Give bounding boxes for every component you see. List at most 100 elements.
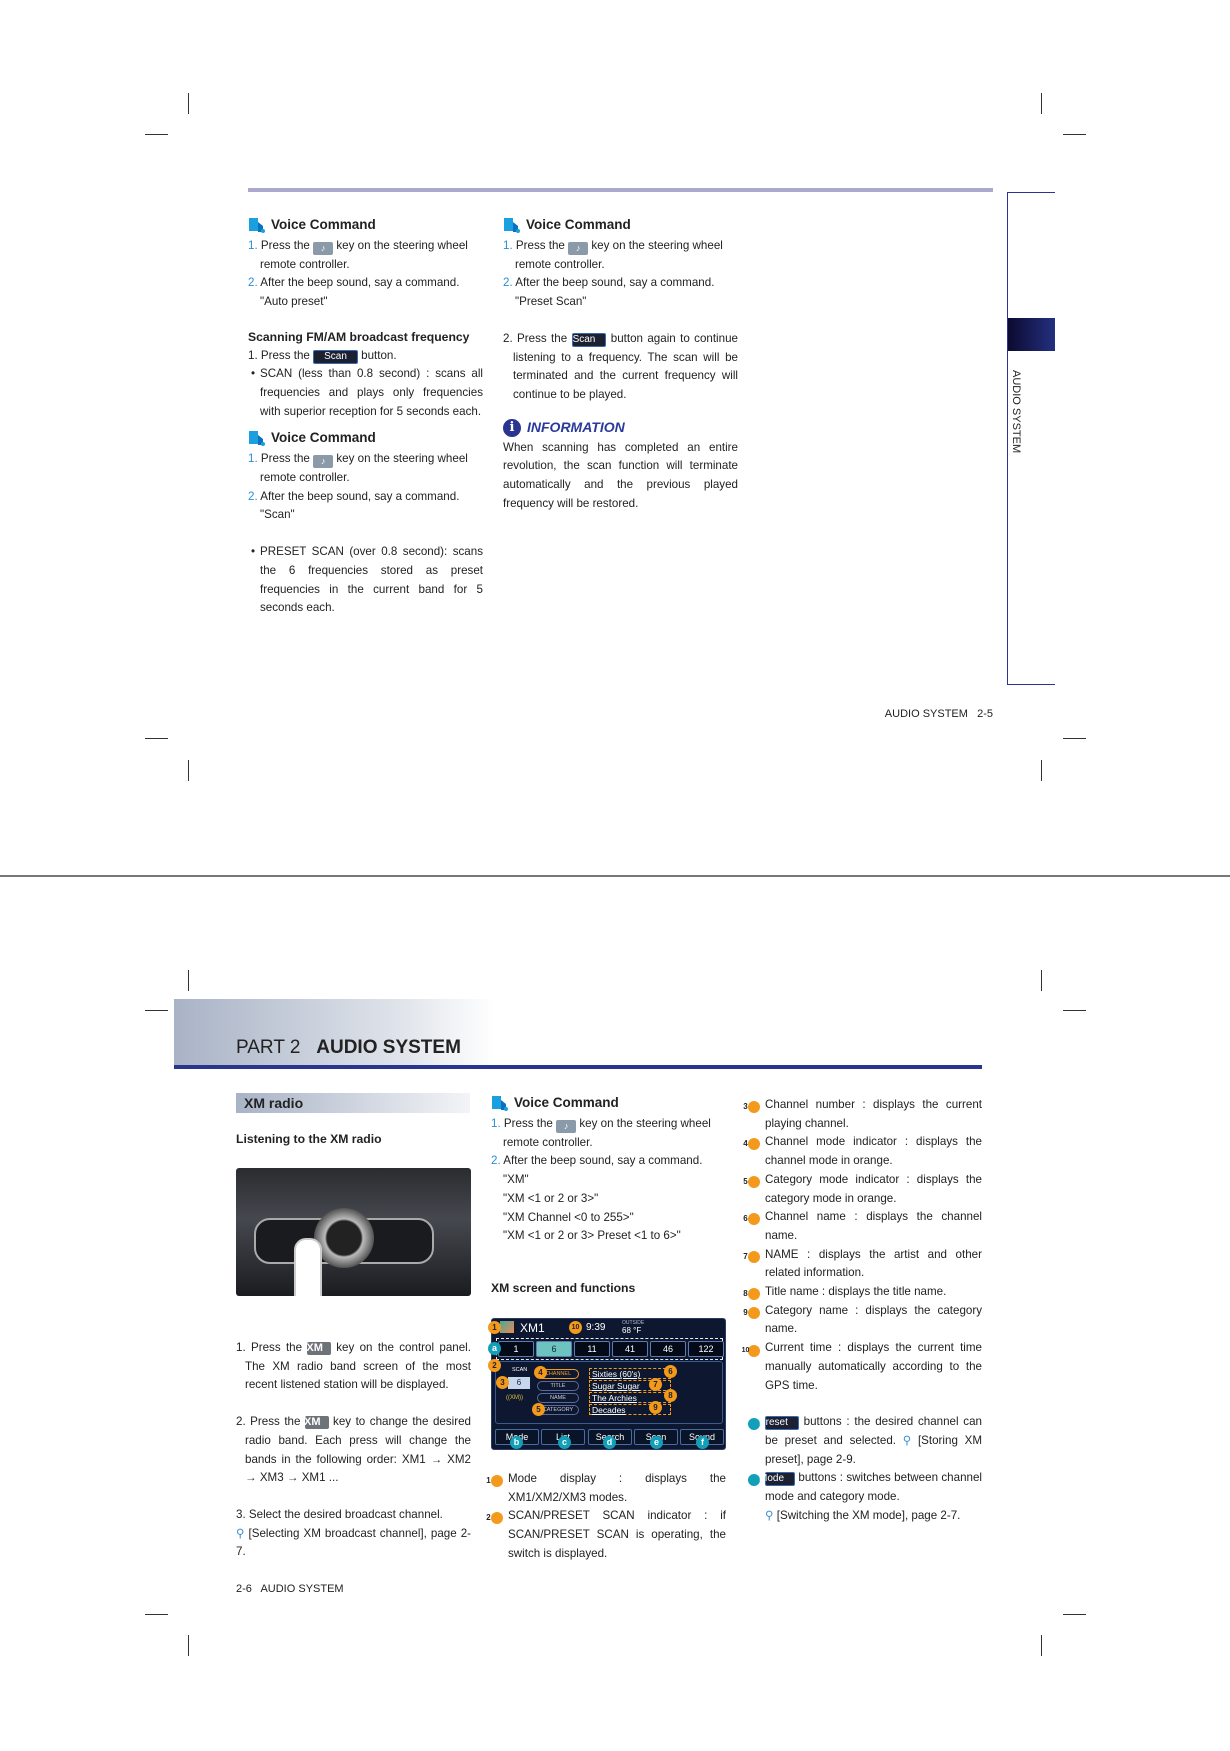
step-text: Press the — [260, 452, 310, 466]
xm-key-icon: XM — [306, 1342, 331, 1355]
voice-command-heading: Voice Command — [503, 214, 738, 236]
listening-heading: Listening to the XM radio — [236, 1132, 382, 1146]
outside-temp: 68 °F — [622, 1326, 642, 1335]
marker-letter: e — [650, 1436, 663, 1449]
step-text: Press the — [260, 239, 310, 252]
crop-mark — [1063, 1010, 1086, 1011]
info-icon: i — [503, 418, 521, 437]
crop-mark — [188, 760, 189, 781]
step-text: Press the — [515, 239, 565, 252]
preset-button-active: 6 — [536, 1341, 572, 1357]
voice-command-text: "XM <1 or 2 or 3> Preset <1 to 6>" — [503, 1229, 681, 1243]
callout-number: 9 — [743, 1306, 760, 1319]
marker: 9 — [649, 1401, 662, 1414]
callout-number: 6 — [743, 1213, 760, 1226]
satellite-icon — [500, 1321, 514, 1333]
marker: 1 — [488, 1321, 501, 1334]
heading-text: Voice Command — [271, 429, 376, 445]
callout-text: Current time : displays the current time… — [765, 1341, 982, 1392]
step-number: 2. — [503, 276, 513, 290]
scan-button-icon: Scan — [571, 332, 607, 347]
voice-command-text: "Preset Scan" — [515, 295, 587, 309]
step-number: 2. — [491, 1154, 501, 1168]
voice-command-icon — [504, 218, 520, 233]
bottom-column-3: 3 Channel number : displays the current p… — [742, 1096, 982, 1525]
marker: 2 — [488, 1359, 501, 1372]
callout-number: 8 — [743, 1288, 760, 1301]
screen-time: 9:39 — [586, 1322, 606, 1333]
step-text: 3. Select the desired broadcast channel. — [236, 1507, 443, 1521]
step-text: After the beep sound, say a command. — [503, 1154, 703, 1168]
step-text: Press the — [503, 1117, 553, 1130]
preset-button: 41 — [612, 1341, 648, 1357]
channel-number: 6 — [508, 1377, 530, 1389]
crop-mark — [188, 970, 189, 991]
step-text: button. — [361, 348, 397, 362]
info-title: INFORMATION — [527, 419, 625, 436]
section-title: XM radio — [236, 1093, 470, 1113]
crop-mark — [1063, 134, 1086, 135]
crop-mark — [1063, 1614, 1086, 1615]
part-label: PART 2 — [236, 1037, 301, 1058]
callout-number: 7 — [743, 1250, 760, 1263]
top-rule — [248, 188, 993, 192]
crop-mark — [1041, 1635, 1042, 1656]
step-number: 1. — [491, 1117, 501, 1130]
marker: 8 — [664, 1389, 677, 1402]
bullet: • — [251, 545, 256, 559]
part-title: AUDIO SYSTEM — [316, 1037, 461, 1058]
preset-button: 11 — [574, 1341, 610, 1357]
marker-letter: f — [696, 1436, 709, 1449]
callout-number: 3 — [743, 1101, 760, 1113]
crop-mark — [188, 1635, 189, 1656]
reference-link[interactable]: [Switching the XM mode], page 2-7. — [777, 1509, 961, 1522]
crop-mark — [145, 1010, 168, 1011]
callout-number: 2 — [486, 1512, 503, 1525]
step-text: key on the steering wheel — [579, 1117, 711, 1130]
reference-icon: ⚲ — [236, 1526, 245, 1540]
reference-link[interactable]: [Selecting XM broadcast channel], page 2… — [236, 1527, 471, 1559]
reference-icon: ⚲ — [902, 1433, 912, 1447]
voice-command-icon — [249, 431, 265, 447]
step-text: 1. Press the — [248, 348, 310, 362]
callouts-1-2: 1 Mode display : displays the XM1/XM2/XM3… — [486, 1470, 726, 1564]
step-number: 1. — [248, 452, 258, 466]
step-text: After the beep sound, say a command. — [260, 276, 460, 290]
callout-text: buttons : switches between channel mode … — [765, 1471, 982, 1504]
info-text: When scanning has completed an entire re… — [503, 440, 738, 510]
marker: 7 — [649, 1378, 662, 1391]
crop-mark — [1041, 93, 1042, 114]
step-text: 1. Press the — [236, 1341, 303, 1354]
xm-logo: ((XM)) — [506, 1395, 523, 1401]
voice-key-icon: ♪ — [568, 242, 589, 255]
mode-button-icon: Mode — [759, 1472, 796, 1487]
crop-mark — [188, 93, 189, 114]
crop-mark — [145, 738, 168, 739]
callout-text: Mode display : displays the XM1/XM2/XM3 … — [508, 1472, 726, 1504]
callout-text: Channel mode indicator : displays the ch… — [765, 1135, 982, 1168]
step-text: remote controller. — [260, 257, 350, 271]
crop-mark — [145, 134, 168, 135]
heading-text: Voice Command — [271, 216, 376, 232]
callout-text: SCAN/PRESET SCAN indicator : if SCAN/PRE… — [508, 1509, 726, 1560]
voice-command-text: "Scan" — [260, 508, 295, 522]
voice-command-text: "XM <1 or 2 or 3>" — [503, 1191, 599, 1205]
step-text: remote controller. — [515, 257, 605, 271]
finger-illustration — [294, 1238, 322, 1296]
marker-letter: a — [488, 1342, 501, 1355]
step-text: After the beep sound, say a command. — [515, 276, 715, 290]
voice-key-icon: ♪ — [556, 1120, 577, 1133]
crop-mark — [1041, 760, 1042, 781]
preset-button: 46 — [650, 1341, 686, 1357]
crop-mark — [1063, 738, 1086, 739]
voice-command-text: "XM Channel <0 to 255>" — [503, 1210, 634, 1224]
step-text: After the beep sound, say a command. — [260, 489, 460, 503]
top-column-2: Voice Command 1. Press the ♪ key on the … — [503, 214, 738, 513]
preset-bullet-text: PRESET SCAN (over 0.8 second): scans the… — [260, 545, 483, 615]
control-knob — [314, 1208, 374, 1268]
step-text: 2. Press the — [236, 1415, 301, 1429]
information-heading: i INFORMATION — [503, 417, 738, 439]
step-text: remote controller. — [260, 471, 350, 485]
channel-name: Sixties (60's) — [589, 1368, 671, 1379]
page-header: PART 2 AUDIO SYSTEM — [236, 1037, 461, 1059]
